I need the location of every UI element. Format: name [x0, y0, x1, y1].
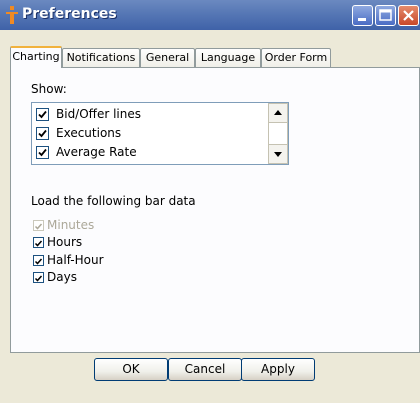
- option-label: Half-Hour: [47, 253, 104, 267]
- close-icon: [403, 10, 414, 21]
- tab-label: Charting: [12, 50, 60, 63]
- maximize-icon: [379, 9, 392, 21]
- tab-label: Order Form: [264, 51, 328, 64]
- tab-order-form[interactable]: Order Form: [261, 48, 331, 67]
- app-logo-icon: [6, 6, 18, 24]
- bar-data-label: Load the following bar data: [31, 194, 196, 208]
- tab-label: Language: [200, 51, 256, 64]
- checkbox-hours[interactable]: [33, 237, 44, 248]
- cancel-button[interactable]: Cancel: [168, 358, 242, 381]
- checkbox-minutes: [33, 220, 44, 231]
- arrow-down-icon: [274, 152, 282, 157]
- apply-button[interactable]: Apply: [241, 358, 315, 381]
- list-item-label: Bid/Offer lines: [56, 107, 141, 121]
- show-listbox[interactable]: Bid/Offer lines Executions Average Rate: [31, 102, 289, 165]
- scroll-down-button[interactable]: [268, 144, 288, 164]
- list-item-label: Executions: [56, 126, 122, 140]
- option-label: Hours: [47, 235, 83, 249]
- tab-label: General: [145, 51, 190, 64]
- vertical-scrollbar[interactable]: [268, 103, 288, 164]
- close-button[interactable]: [398, 5, 419, 26]
- ok-button[interactable]: OK: [94, 358, 168, 381]
- checkmark-icon: [34, 240, 43, 247]
- tab-language[interactable]: Language: [195, 48, 261, 67]
- checkbox-executions[interactable]: [36, 127, 49, 140]
- scroll-thumb[interactable]: [268, 123, 288, 144]
- checkmark-icon: [38, 129, 47, 138]
- option-label: Days: [47, 270, 77, 284]
- maximize-button[interactable]: [375, 5, 396, 26]
- arrow-up-icon: [274, 110, 282, 115]
- tab-charting[interactable]: Charting: [10, 46, 62, 68]
- title-bar[interactable]: Preferences: [0, 0, 420, 30]
- window-title: Preferences: [22, 6, 117, 22]
- show-label: Show:: [31, 82, 67, 96]
- checkmark-icon: [34, 258, 43, 265]
- tab-notifications[interactable]: Notifications: [62, 48, 140, 67]
- checkbox-bid-offer-lines[interactable]: [36, 108, 49, 121]
- minimize-button[interactable]: [352, 5, 373, 26]
- scroll-up-button[interactable]: [268, 103, 288, 123]
- list-item-label: Average Rate: [56, 145, 137, 159]
- checkbox-average-rate[interactable]: [36, 146, 49, 159]
- checkmark-icon: [38, 148, 47, 157]
- tab-general[interactable]: General: [140, 48, 195, 67]
- checkmark-icon: [34, 223, 43, 230]
- charting-panel: Show: Bid/Offer lines Executions Average…: [10, 67, 420, 353]
- option-label: Minutes: [47, 218, 95, 232]
- checkmark-icon: [38, 110, 47, 119]
- checkmark-icon: [34, 275, 43, 282]
- minimize-icon: [358, 18, 366, 21]
- checkbox-days[interactable]: [33, 272, 44, 283]
- checkbox-half-hour[interactable]: [33, 255, 44, 266]
- tab-label: Notifications: [66, 51, 136, 64]
